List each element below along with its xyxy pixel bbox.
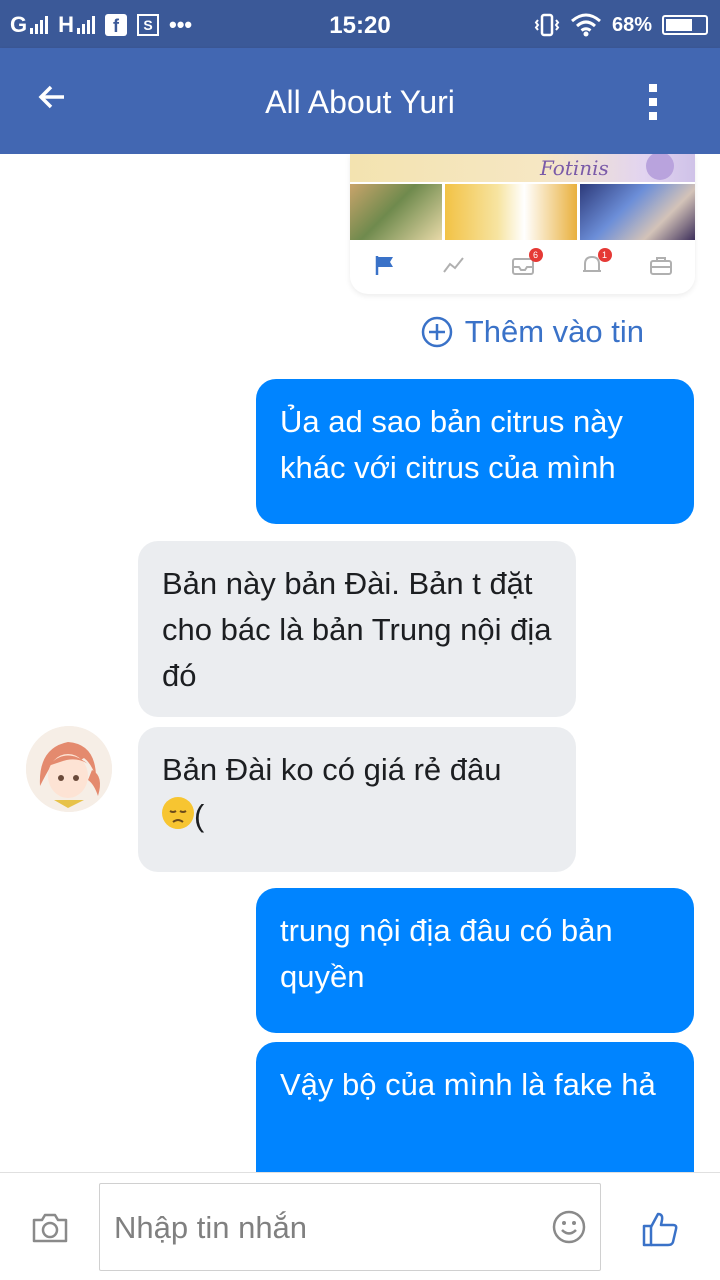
preview-banner-art: Fotinis: [539, 154, 674, 180]
message-suffix: (: [194, 798, 205, 833]
disappointed-face-icon: [162, 797, 194, 829]
composer-bar: Nhập tin nhắn: [0, 1172, 720, 1280]
thumbnail-image: [580, 184, 695, 240]
message-text: Vậy bộ của mình là fake hả: [280, 1067, 656, 1102]
avatar[interactable]: [26, 726, 112, 812]
smiley-icon[interactable]: [552, 1210, 586, 1244]
inbox-badge: 6: [528, 248, 543, 262]
message-outgoing[interactable]: Ủa ad sao bản citrus này khác với citrus…: [256, 379, 694, 524]
briefcase-icon: [649, 257, 672, 275]
preview-thumbnails: [350, 184, 695, 240]
message-input[interactable]: Nhập tin nhắn: [99, 1183, 601, 1271]
thumbnail-image: [445, 184, 577, 240]
conversation-title[interactable]: All About Yuri: [0, 84, 720, 121]
thumbnail-image: [350, 184, 442, 240]
message-incoming[interactable]: Bản Đài ko có giá rẻ đâu (: [138, 727, 576, 872]
message-outgoing[interactable]: trung nội địa đâu có bản quyền: [256, 888, 694, 1033]
preview-banner: Fotinis: [350, 154, 695, 182]
avatar-image: [26, 726, 112, 812]
message-text: Bản này bản Đài. Bản t đặt cho bác là bả…: [162, 566, 552, 693]
message-text: Ủa ad sao bản citrus này khác với citrus…: [280, 404, 623, 485]
status-bar: G H f S ••• 15:20 68%: [0, 0, 720, 48]
message-incoming[interactable]: Bản này bản Đài. Bản t đặt cho bác là bả…: [138, 541, 576, 717]
message-outgoing[interactable]: Vậy bộ của mình là fake hả: [256, 1042, 694, 1172]
message-input-placeholder: Nhập tin nhắn: [114, 1210, 308, 1245]
chart-icon: [442, 257, 464, 273]
wifi-icon: [570, 13, 601, 37]
add-to-story-label: Thêm vào tin: [464, 314, 644, 349]
status-right: 68%: [534, 10, 708, 40]
more-vert-icon[interactable]: [648, 84, 658, 120]
inbox-icon: 6: [511, 248, 543, 276]
vibrate-icon: [534, 13, 560, 37]
battery-percent: 68%: [611, 13, 652, 36]
plus-circle-icon: [421, 316, 453, 348]
battery-icon: [662, 15, 708, 35]
notification-badge: 1: [597, 248, 612, 262]
page-preview-card[interactable]: Fotinis 6 1: [350, 154, 695, 294]
bell-icon: 1: [580, 248, 612, 276]
svg-text:Fotinis: Fotinis: [539, 156, 609, 180]
message-text: Bản Đài ko có giá rẻ đâu: [162, 752, 502, 787]
thumbs-up-icon[interactable]: [640, 1209, 680, 1249]
conversation-header: All About Yuri: [0, 48, 720, 154]
flag-icon: [375, 256, 393, 275]
message-list[interactable]: Fotinis 6 1 Thêm vào tin Ủa ad sao bản c…: [0, 154, 720, 1172]
preview-icon-row: 6 1: [350, 248, 695, 280]
battery-fill: [666, 19, 692, 31]
message-text: trung nội địa đâu có bản quyền: [280, 913, 613, 994]
camera-icon[interactable]: [30, 1211, 70, 1245]
messenger-screen: G H f S ••• 15:20 68% All About Yuri Fot…: [0, 0, 720, 1280]
add-to-story-button[interactable]: Thêm vào tin: [421, 314, 644, 350]
